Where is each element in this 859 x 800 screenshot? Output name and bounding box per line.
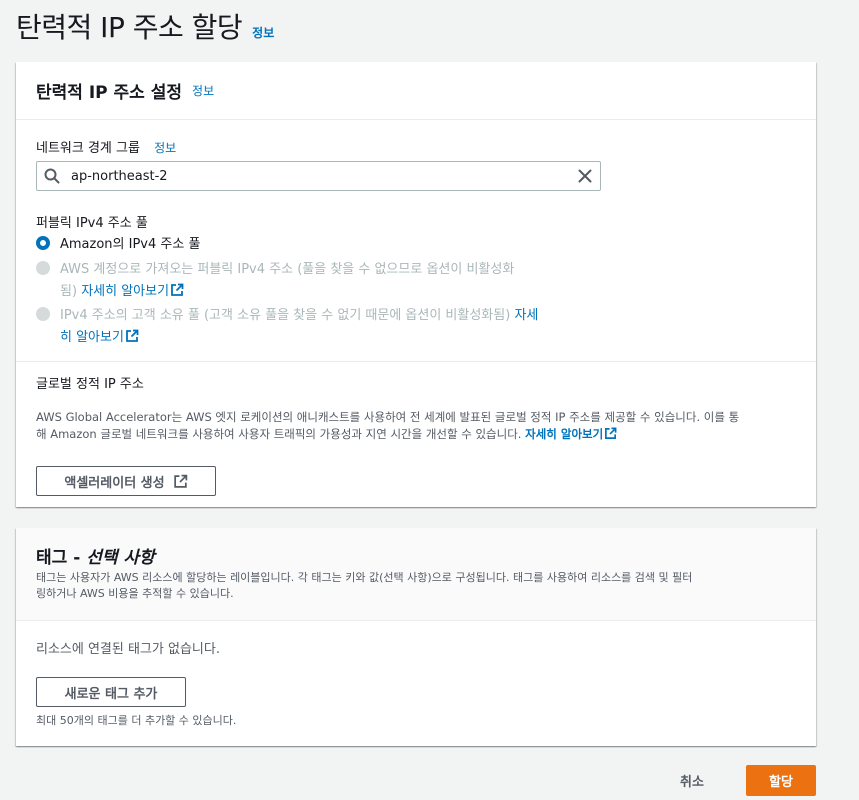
add-tag-button[interactable]: 새로운 태그 추가 <box>36 677 186 707</box>
section-divider <box>16 361 816 362</box>
tags-desc-line2: 링하거나 AWS 비용을 추적할 수 있습니다. <box>36 587 234 600</box>
ipv4-pool-option-customer-owned: IPv4 주소의 고객 소유 풀 (고객 소유 풀을 찾을 수 없기 때문에 옵… <box>36 305 538 349</box>
tags-panel: 태그 - 선택 사항 태그는 사용자가 AWS 리소스에 할당하는 레이블입니다… <box>16 528 816 746</box>
external-link-icon <box>126 329 139 342</box>
global-static-ip-learn-more-link[interactable]: 자세히 알아보기 <box>525 427 617 441</box>
settings-panel-title: 탄력적 IP 주소 설정 <box>36 83 183 103</box>
ipv4-pool-label: 퍼블릭 IPv4 주소 풀 <box>36 216 148 231</box>
network-border-group-label: 네트워크 경계 그룹 정보 <box>36 137 176 156</box>
coip-learn-more-text: 히 알아보기 <box>60 330 124 345</box>
ipv4-pool-option-amazon[interactable]: Amazon의 IPv4 주소 풀 <box>36 234 200 256</box>
settings-panel: 탄력적 IP 주소 설정 정보 네트워크 경계 그룹 정보 ap-northea… <box>16 62 816 507</box>
radio-amazon[interactable] <box>36 236 50 250</box>
byoip-label-line1: AWS 계정으로 가져오는 퍼블릭 IPv4 주소 (풀을 찾을 수 없으므로 … <box>60 262 515 277</box>
ipv4-pool-option-amazon-label: Amazon의 IPv4 주소 풀 <box>60 237 201 252</box>
network-border-group-value: ap-northeast-2 <box>71 168 168 184</box>
external-link-icon <box>173 474 187 488</box>
coip-label-line1: IPv4 주소의 고객 소유 풀 (고객 소유 풀을 찾을 수 없기 때문에 옵… <box>60 308 511 323</box>
settings-panel-header: 탄력적 IP 주소 설정 정보 <box>16 62 816 120</box>
ipv4-pool-option-byoip-label: AWS 계정으로 가져오는 퍼블릭 IPv4 주소 (풀을 찾을 수 없으므로 … <box>60 259 514 303</box>
network-border-group-info-link[interactable]: 정보 <box>154 141 176 155</box>
search-icon <box>37 168 67 184</box>
external-link-icon <box>605 427 617 439</box>
byoip-learn-more-text: 자세히 알아보기 <box>81 284 170 299</box>
network-border-group-select[interactable]: ap-northeast-2 <box>36 161 601 191</box>
global-static-ip-learn-more-text: 자세히 알아보기 <box>525 427 604 441</box>
create-accelerator-button[interactable]: 액셀러레이터 생성 <box>36 466 216 496</box>
create-accelerator-label: 액셀러레이터 생성 <box>64 475 165 491</box>
tags-desc-line1: 태그는 사용자가 AWS 리소스에 할당하는 레이블입니다. 각 태그는 키와 … <box>36 571 693 584</box>
tags-title-optional: 선택 사항 <box>86 548 155 568</box>
cancel-button[interactable]: 취소 <box>680 771 704 790</box>
network-border-group-label-text: 네트워크 경계 그룹 <box>36 141 140 156</box>
tags-limit-note: 최대 50개의 태그를 더 추가할 수 있습니다. <box>36 714 237 727</box>
ipv4-pool-option-byoip: AWS 계정으로 가져오는 퍼블릭 IPv4 주소 (풀을 찾을 수 없으므로 … <box>36 259 514 303</box>
global-static-ip-desc-line1: AWS Global Accelerator는 AWS 엣지 로케이션의 애니캐… <box>36 410 740 424</box>
radio-byoip <box>36 261 50 275</box>
add-tag-label: 새로운 태그 추가 <box>64 686 158 702</box>
global-static-ip-desc-line2: 해 Amazon 글로벌 네트워크를 사용하여 사용자 트래픽의 가용성과 지연… <box>36 427 522 441</box>
tags-description: 태그는 사용자가 AWS 리소스에 할당하는 레이블입니다. 각 태그는 키와 … <box>36 570 806 602</box>
allocate-button[interactable]: 할당 <box>746 765 816 796</box>
page-title: 탄력적 IP 주소 할당 <box>16 11 243 44</box>
tags-panel-header: 태그 - 선택 사항 태그는 사용자가 AWS 리소스에 할당하는 레이블입니다… <box>16 528 816 621</box>
settings-info-link[interactable]: 정보 <box>192 82 214 99</box>
tags-panel-title: 태그 - 선택 사항 <box>36 543 155 568</box>
tags-title-prefix: 태그 - <box>36 548 81 568</box>
tags-empty-message: 리소스에 연결된 태그가 없습니다. <box>36 642 220 657</box>
global-static-ip-description: AWS Global Accelerator는 AWS 엣지 로케이션의 애니캐… <box>36 409 806 443</box>
page-header: 탄력적 IP 주소 할당 정보 <box>16 6 274 46</box>
page-info-link[interactable]: 정보 <box>252 24 274 41</box>
radio-customer-owned <box>36 307 50 321</box>
coip-learn-more-link-part1[interactable]: 자세 <box>514 308 538 323</box>
clear-icon[interactable] <box>570 169 600 183</box>
coip-learn-more-link[interactable]: 히 알아보기 <box>60 329 139 345</box>
byoip-label-line2: 됨) <box>60 284 78 299</box>
byoip-learn-more-link[interactable]: 자세히 알아보기 <box>81 283 184 299</box>
external-link-icon <box>171 283 184 296</box>
ipv4-pool-option-customer-owned-label: IPv4 주소의 고객 소유 풀 (고객 소유 풀을 찾을 수 없기 때문에 옵… <box>60 305 538 349</box>
page: 탄력적 IP 주소 할당 정보 탄력적 IP 주소 설정 정보 네트워크 경계 … <box>0 0 859 800</box>
global-static-ip-label: 글로벌 정적 IP 주소 <box>36 377 144 392</box>
